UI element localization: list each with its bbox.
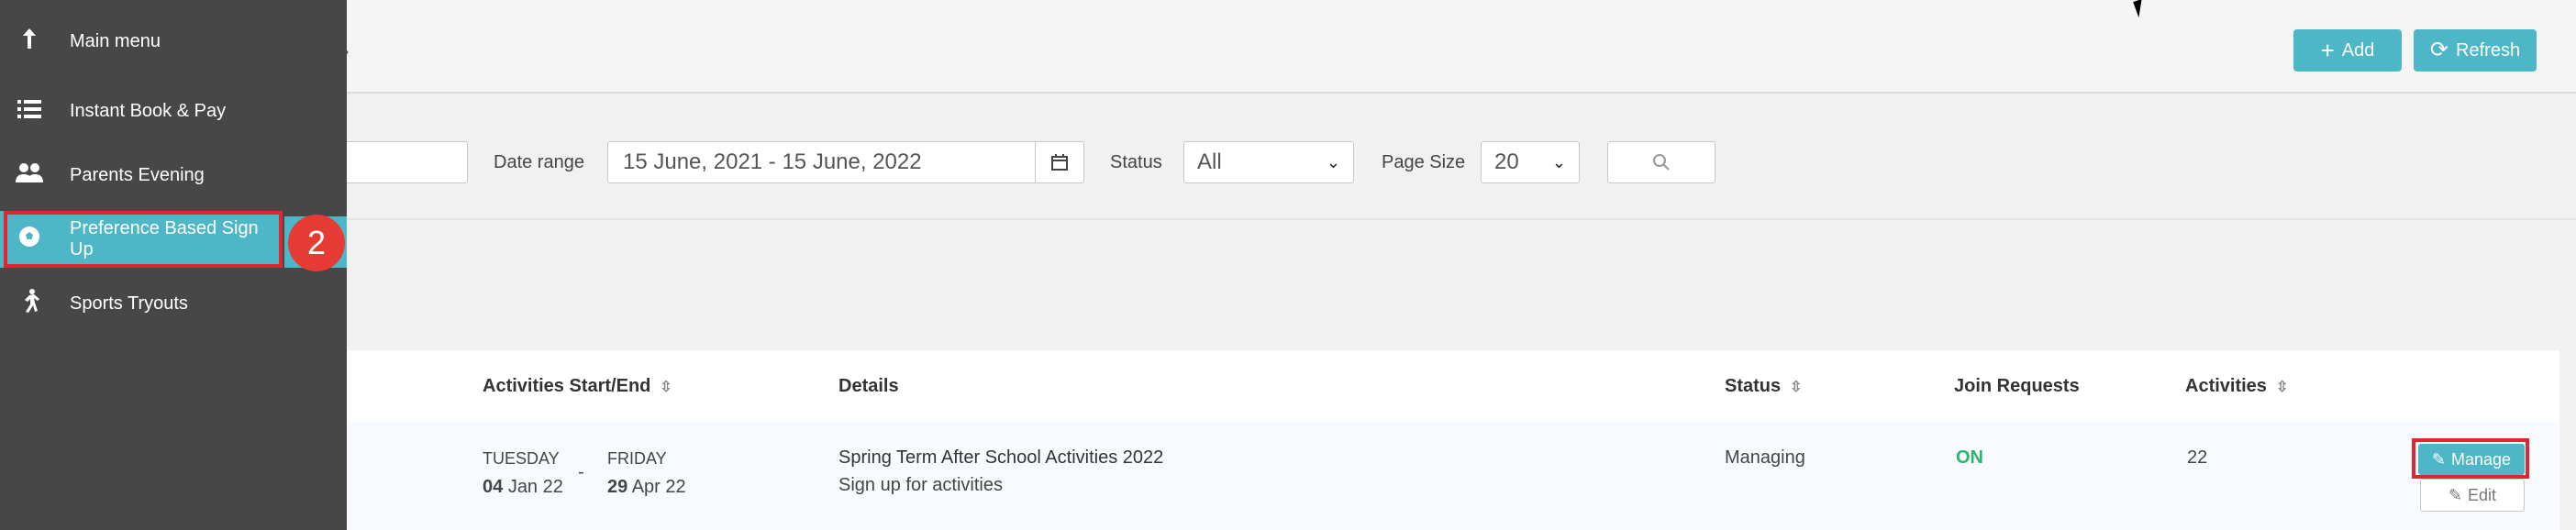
calendar-icon[interactable] [1035, 142, 1083, 182]
end-date: 29 Apr 22 [607, 477, 686, 497]
date-dash: - [578, 462, 584, 482]
edit-icon: ✎ [2431, 449, 2447, 469]
list-icon [13, 97, 46, 126]
refresh-icon: ⟳ [2429, 38, 2449, 62]
status-select[interactable]: All ⌄ [1183, 141, 1354, 183]
edit-button[interactable]: ✎ Edit [2420, 479, 2525, 512]
col-activities-start-end[interactable]: Activities Start/End ⇳ [483, 376, 672, 397]
status-label: Status [1110, 152, 1162, 172]
sort-icon[interactable]: ⇳ [2276, 380, 2288, 395]
join-requests-value: ON [1956, 447, 1983, 468]
chevron-down-icon: ⌄ [1326, 152, 1340, 171]
name-filter-input[interactable] [330, 141, 468, 183]
sidebar-item-main-menu[interactable]: Main menu [0, 13, 347, 70]
start-day: TUESDAY [483, 449, 560, 468]
refresh-button[interactable]: ⟳ Refresh [2414, 29, 2537, 72]
page-size-select[interactable]: 20 ⌄ [1481, 141, 1580, 183]
add-button[interactable]: + Add [2293, 29, 2402, 72]
users-icon [13, 161, 46, 190]
col-join-requests: Join Requests [1954, 376, 2080, 396]
search-icon [1653, 154, 1670, 171]
running-icon [13, 288, 46, 320]
signup-table: Activities Start/End ⇳ Details Status ⇳ Jo… [0, 350, 2559, 530]
page-header: › + Add ⟳ Refresh [0, 0, 2576, 94]
table-header: Activities Start/End ⇳ Details Status ⇳ Jo… [0, 350, 2559, 423]
sort-icon[interactable]: ⇳ [660, 380, 672, 395]
col-status[interactable]: Status ⇳ [1725, 376, 1803, 397]
col-details: Details [838, 376, 899, 396]
status-value: Managing [1725, 447, 1805, 468]
app-page: › + Add ⟳ Refresh Date range 15 June, 20… [0, 0, 2576, 530]
manage-button[interactable]: ✎ Manage [2418, 444, 2525, 475]
end-day: FRIDAY [607, 449, 667, 468]
section-divider [0, 218, 2576, 220]
date-range-label: Date range [494, 152, 584, 172]
arrow-up-icon [13, 27, 46, 57]
start-date: 04 Jan 22 [483, 477, 563, 497]
plus-icon: + [2320, 37, 2335, 64]
sidebar-item-parents-evening[interactable]: Parents Evening [0, 147, 347, 204]
activities-count: 22 [2187, 447, 2208, 468]
detail-subtitle: Sign up for activities [838, 475, 1003, 495]
date-range-value: 15 June, 2021 - 15 June, 2022 [623, 149, 922, 174]
date-range-input[interactable]: 15 June, 2021 - 15 June, 2022 [607, 141, 1084, 183]
preference-highlight [4, 211, 283, 268]
table-row[interactable]: 2 TUESDAY 04 Jan 22 - FRIDAY 29 Apr 22 S… [0, 422, 2559, 530]
edit-icon: ✎ [2448, 485, 2463, 504]
sidebar-item-sports-tryouts[interactable]: Sports Tryouts [0, 275, 347, 332]
search-button[interactable] [1607, 141, 1715, 183]
sidebar-item-instant-book-pay[interactable]: Instant Book & Pay [0, 83, 347, 139]
step-badge: 2 [288, 215, 345, 271]
col-activities[interactable]: Activities ⇳ [2185, 376, 2288, 397]
sort-icon[interactable]: ⇳ [1790, 380, 1802, 395]
page-size-label: Page Size [1382, 152, 1466, 172]
chevron-down-icon: ⌄ [1551, 152, 1566, 171]
detail-title: Spring Term After School Activities 2022 [838, 447, 1164, 468]
